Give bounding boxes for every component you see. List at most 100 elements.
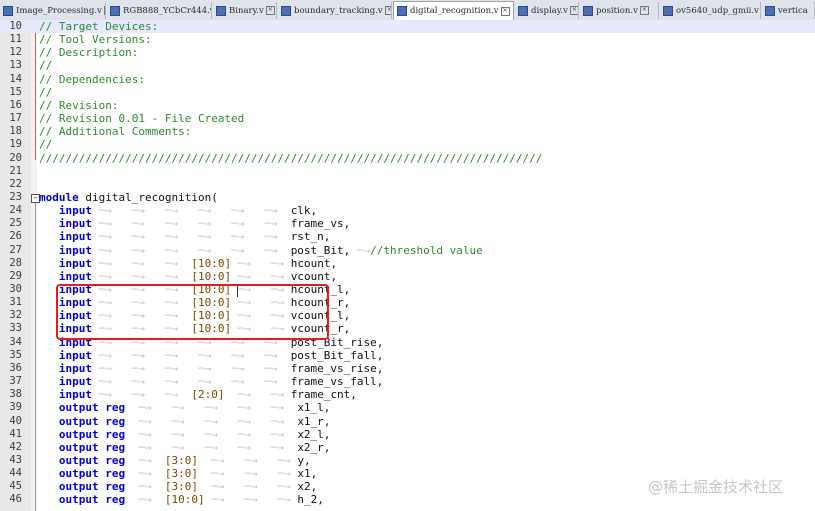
tab-ov5640-udp-gmii-v[interactable]: ov5640_udp_gmii.v× — [660, 2, 761, 19]
line-number: 20 — [9, 152, 22, 164]
tab-label: Image_Processing.v — [16, 5, 102, 16]
code-text: output reg ─→ ─→ ─→ ─→ ─→ x1_l, — [39, 401, 331, 414]
tab-boundary-tracking-v[interactable]: boundary_tracking.v × — [278, 2, 392, 19]
code-line[interactable]: 26 input ─→ ─→ ─→ ─→ ─→ ─→ rst_n, — [0, 230, 815, 243]
line-number: 28 — [9, 257, 22, 269]
code-token: input — [58, 204, 92, 217]
code-line[interactable]: 24 input ─→ ─→ ─→ ─→ ─→ ─→ clk, — [0, 204, 815, 217]
code-line[interactable]: 29 input ─→ ─→ ─→ [10:0] ─→ ─→ vcount, — [0, 270, 815, 283]
code-text: // — [39, 138, 52, 151]
code-token: h_2, — [297, 493, 324, 506]
tab-close-icon[interactable]: × — [265, 6, 275, 15]
code-line[interactable]: 25 input ─→ ─→ ─→ ─→ ─→ ─→ frame_vs, — [0, 217, 815, 230]
tab-label: digital_recognition.v — [410, 6, 499, 16]
tab-image-processing-v[interactable]: Image_Processing.v× — [0, 2, 106, 19]
code-token: reg — [105, 415, 126, 428]
tab-label: ov5640_udp_gmii.v — [676, 5, 759, 16]
code-line[interactable]: 20 //////////////////////////////////////… — [0, 152, 815, 165]
line-number: 45 — [9, 480, 22, 492]
line-number: 44 — [9, 467, 22, 479]
verilog-file-icon — [3, 5, 13, 16]
code-token: ─→ ─→ ─→ ─→ ─→ — [125, 441, 298, 454]
code-line[interactable]: 21 — [0, 165, 815, 178]
code-text: // Target Devices: — [39, 20, 158, 33]
code-text: // — [39, 59, 52, 72]
line-number: 14 — [9, 73, 22, 85]
code-line[interactable]: 27 input ─→ ─→ ─→ ─→ ─→ ─→ post_Bit, ─→/… — [0, 244, 815, 257]
code-token: ─→ — [125, 480, 165, 493]
code-line[interactable]: 37 input ─→ ─→ ─→ ─→ ─→ ─→ frame_vs_fall… — [0, 375, 815, 388]
code-line[interactable]: 16 // Revision: — [0, 99, 815, 112]
code-line[interactable]: 14 // Dependencies: — [0, 73, 815, 86]
code-line[interactable]: 36 input ─→ ─→ ─→ ─→ ─→ ─→ frame_vs_rise… — [0, 362, 815, 375]
code-line[interactable]: 18 // Additional Comments: — [0, 125, 815, 138]
verilog-file-icon — [397, 6, 407, 16]
code-line[interactable]: 43 output reg ─→ [3:0] ─→ ─→ ─→ y, — [0, 454, 815, 467]
line-number: 25 — [9, 217, 22, 229]
code-token: // Dependencies: — [39, 73, 145, 86]
line-number: 27 — [9, 244, 22, 256]
code-token: ─→ ─→ ─→ — [92, 257, 192, 270]
code-token: // Tool Versions: — [39, 33, 152, 46]
code-line[interactable]: 17 // Revision 0.01 - File Created — [0, 112, 815, 125]
code-token: vcount, — [290, 270, 338, 283]
code-token: x1_r, — [297, 415, 331, 428]
code-line[interactable]: 28 input ─→ ─→ ─→ [10:0] ─→ ─→ hcount, — [0, 257, 815, 270]
tab-position-v[interactable]: position.v × — [580, 2, 659, 19]
code-text: output reg ─→ ─→ ─→ ─→ ─→ x2_r, — [39, 441, 331, 454]
code-token: post_Bit, — [290, 244, 351, 257]
code-text: input ─→ ─→ ─→ ─→ ─→ ─→ clk, — [39, 204, 317, 217]
tab-rgb888-ycbcr444-v[interactable]: RGB888_YCbCr444.v× — [107, 2, 212, 19]
code-line[interactable]: 40 output reg ─→ ─→ ─→ ─→ ─→ x1_r, — [0, 415, 815, 428]
code-token: frame_vs_rise, — [290, 362, 384, 375]
tab-close-icon[interactable]: × — [384, 6, 391, 15]
code-token: x1, — [297, 467, 318, 480]
code-line[interactable]: 11 // Tool Versions: — [0, 33, 815, 46]
code-line[interactable]: 22 — [0, 178, 815, 191]
code-line[interactable]: 10 // Target Devices: — [0, 20, 815, 33]
tab-close-icon[interactable]: × — [500, 6, 510, 16]
line-number: 39 — [9, 401, 22, 413]
line-number: 38 — [9, 388, 22, 400]
code-line[interactable]: 38 input ─→ ─→ ─→ [2:0] ─→ ─→ frame_cnt, — [0, 388, 815, 401]
line-number: 24 — [9, 204, 22, 216]
code-line[interactable]: 19 // — [0, 138, 815, 151]
line-number: 10 — [9, 20, 22, 32]
code-line[interactable]: 15 // — [0, 86, 815, 99]
code-token: ─→ ─→ ─→ ─→ ─→ — [125, 428, 298, 441]
code-token: x2, — [297, 480, 318, 493]
code-line[interactable]: 41 output reg ─→ ─→ ─→ ─→ ─→ x2_l, — [0, 428, 815, 441]
verilog-file-icon — [765, 5, 775, 16]
tab-close-icon[interactable]: × — [639, 6, 649, 15]
tab-close-icon[interactable]: × — [569, 6, 578, 15]
editor-tab-bar: Image_Processing.v×RGB888_YCbCr444.v×Bin… — [0, 0, 815, 21]
code-token: reg — [105, 480, 126, 493]
code-text: output reg ─→ [3:0] ─→ ─→ ─→ x1, — [39, 467, 317, 480]
tab-close-icon[interactable]: × — [103, 6, 105, 15]
code-line[interactable]: 39 output reg ─→ ─→ ─→ ─→ ─→ x1_l, — [0, 401, 815, 414]
tab-vertica[interactable]: vertica — [762, 2, 815, 19]
code-text: input ─→ ─→ ─→ [2:0] ─→ ─→ frame_cnt, — [39, 388, 357, 401]
code-token: [10:0] — [191, 270, 232, 283]
code-line[interactable]: 42 output reg ─→ ─→ ─→ ─→ ─→ x2_r, — [0, 441, 815, 454]
code-token: frame_vs_fall, — [290, 375, 384, 388]
code-line[interactable]: 13 // — [0, 59, 815, 72]
line-number: 11 — [9, 33, 22, 45]
line-number: 32 — [9, 309, 22, 321]
line-number: 21 — [9, 165, 22, 177]
tab-binary-v[interactable]: Binary.v × — [213, 2, 277, 19]
red-annotation-box — [56, 284, 329, 340]
code-line[interactable]: 23 module digital_recognition( — [0, 191, 815, 204]
line-number: 30 — [9, 283, 22, 295]
tab-display-v[interactable]: display.v × — [515, 2, 579, 19]
code-text: // Revision: — [39, 99, 118, 112]
line-number: 29 — [9, 270, 22, 282]
tab-digital-recognition-v[interactable]: digital_recognition.v × — [393, 1, 514, 20]
code-line[interactable]: 12 // Description: — [0, 46, 815, 59]
code-line[interactable]: 35 input ─→ ─→ ─→ ─→ ─→ ─→ post_Bit_fall… — [0, 349, 815, 362]
